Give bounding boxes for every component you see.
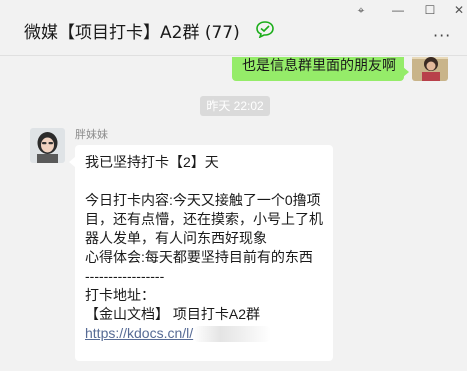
enterprise-group-icon — [256, 21, 274, 38]
incoming-message-bubble[interactable]: 我已坚持打卡【2】天 今日打卡内容:今天又接触了一个0撸项 目，还有点懵，还在摸… — [75, 145, 333, 361]
message-line: 目，还有点懵，还在摸索，小号上了机 — [85, 211, 323, 227]
message-timestamp: 昨天 22:02 — [200, 96, 270, 116]
message-line: 【金山文档】 项目打卡A2群 — [85, 306, 261, 322]
outgoing-message-text: 也是信息群里面的朋友啊 — [242, 57, 396, 73]
sender-name: 胖妹妹 — [75, 129, 108, 141]
message-list[interactable]: 也是信息群里面的朋友啊 昨天 22:02 胖妹妹 我已坚持打卡【2】天 今日打卡… — [0, 57, 467, 371]
message-line: 心得体会:每天都要坚持目前有的东西 — [85, 249, 313, 265]
maximize-button[interactable]: ☐ — [421, 2, 439, 18]
outgoing-message-bubble[interactable]: 也是信息群里面的朋友啊 — [232, 57, 404, 81]
my-avatar[interactable] — [412, 57, 448, 81]
pin-icon[interactable]: ⌖ — [352, 2, 370, 18]
message-line: 打卡地址： — [85, 287, 155, 303]
minimize-button[interactable]: — — [389, 2, 407, 18]
message-line: 器人发单，有人问东西好现象 — [85, 230, 267, 246]
close-button[interactable]: ✕ — [450, 2, 467, 18]
kdocs-link[interactable]: https://kdocs.cn/l/ — [85, 325, 193, 341]
redacted-link-blur — [193, 326, 272, 343]
message-line: 今日打卡内容:今天又接触了一个0撸项 — [85, 192, 321, 208]
my-avatar-image — [412, 57, 448, 81]
chat-header: 微媒【项目打卡】A2群 (77) ⌖ — ☐ ✕ ··· — [0, 0, 467, 56]
kdocs-link-row: https://kdocs.cn/l/ — [85, 324, 323, 343]
chat-title: 微媒【项目打卡】A2群 (77) — [24, 23, 240, 43]
outgoing-bubble-tail — [403, 67, 409, 77]
more-options-icon[interactable]: ··· — [433, 26, 451, 45]
sender-avatar-image — [30, 128, 65, 163]
message-separator: ----------------- — [85, 268, 165, 284]
message-line: 我已坚持打卡【2】天 — [85, 154, 219, 170]
sender-avatar[interactable] — [30, 128, 65, 163]
